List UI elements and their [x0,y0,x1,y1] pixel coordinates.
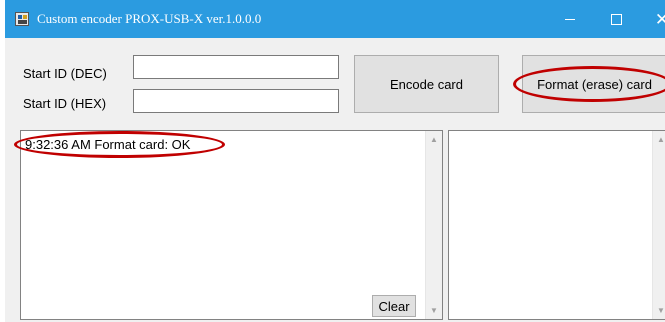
start-id-dec-label: Start ID (DEC) [23,66,107,81]
scroll-up-icon[interactable]: ▲ [653,131,665,148]
secondary-output[interactable]: ▲ ▼ [448,130,665,320]
minimize-icon [565,18,575,20]
scroll-down-icon[interactable]: ▼ [426,302,442,319]
format-card-button[interactable]: Format (erase) card [522,55,665,113]
title-bar[interactable]: Custom encoder PROX-USB-X ver.1.0.0.0 ✕ [5,0,665,38]
scroll-up-icon[interactable]: ▲ [426,131,442,148]
log-output[interactable]: 9:32:36 AM Format card: OK Clear ▲ ▼ [20,130,443,320]
start-id-hex-label: Start ID (HEX) [23,96,107,111]
scroll-down-icon[interactable]: ▼ [653,302,665,319]
encode-card-button[interactable]: Encode card [354,55,499,113]
app-icon [15,12,29,26]
start-id-dec-input[interactable] [133,55,339,79]
window-title: Custom encoder PROX-USB-X ver.1.0.0.0 [37,11,262,26]
start-id-hex-input[interactable] [133,89,339,113]
log-scrollbar[interactable]: ▲ ▼ [425,131,442,319]
app-window: Custom encoder PROX-USB-X ver.1.0.0.0 ✕ … [5,0,665,322]
maximize-button[interactable] [593,0,639,38]
clear-button[interactable]: Clear [372,295,416,317]
log-line: 9:32:36 AM Format card: OK [25,137,191,152]
close-icon: ✕ [654,9,665,29]
secondary-scrollbar[interactable]: ▲ ▼ [652,131,665,319]
minimize-button[interactable] [547,0,593,38]
close-button[interactable]: ✕ [639,0,665,38]
maximize-icon [610,13,622,25]
